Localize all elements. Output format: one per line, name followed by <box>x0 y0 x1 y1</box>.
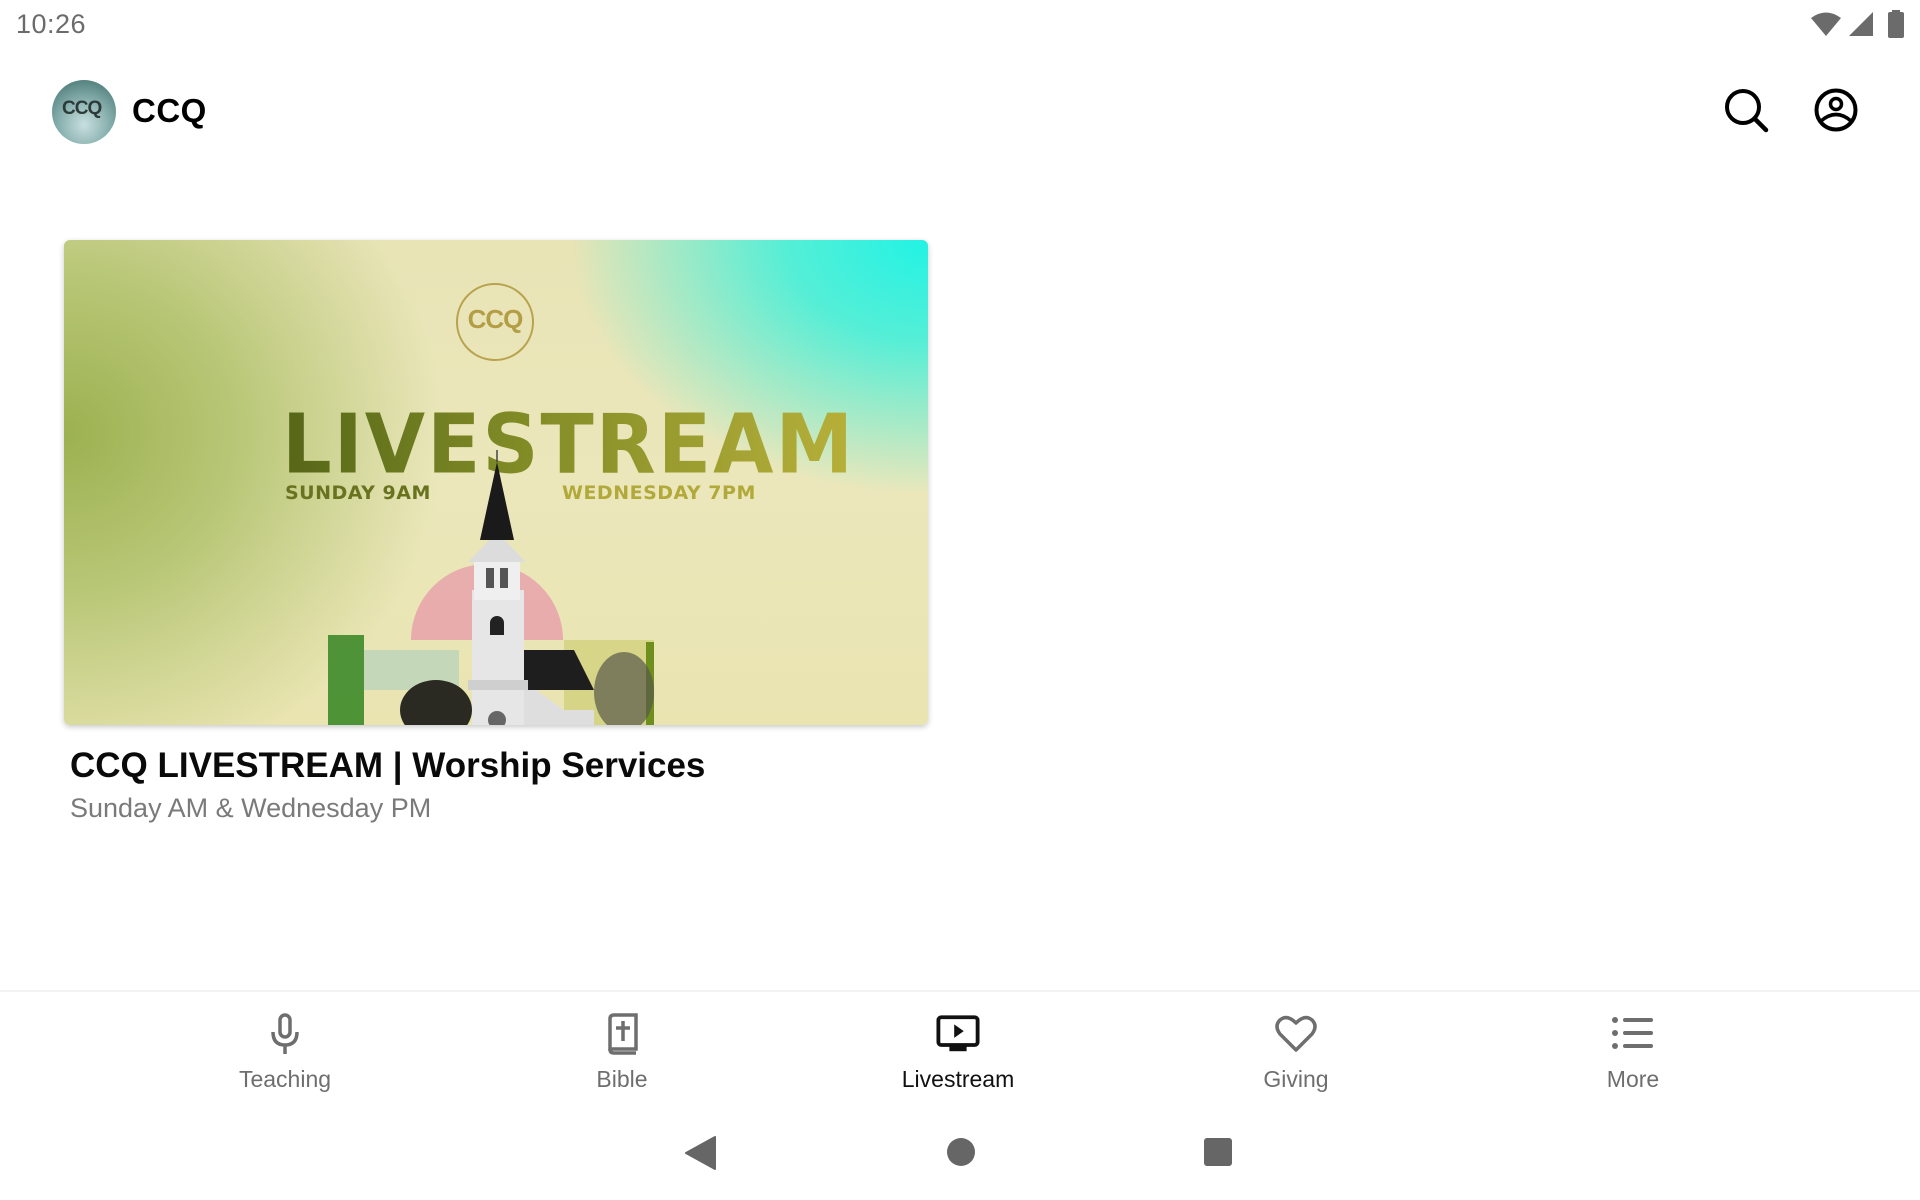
status-icons <box>1810 10 1904 38</box>
bottom-navigation: Teaching Bible Livestream Giving More <box>0 990 1920 1102</box>
bible-icon <box>600 1012 644 1056</box>
system-navigation-bar <box>0 1120 1920 1200</box>
heart-icon <box>1274 1012 1318 1056</box>
nav-label-bible: Bible <box>596 1066 648 1092</box>
nav-item-giving[interactable]: Giving <box>1196 1012 1396 1093</box>
microphone-icon <box>263 1012 307 1056</box>
nav-item-teaching[interactable]: Teaching <box>185 1012 385 1093</box>
nav-label-giving: Giving <box>1263 1066 1329 1092</box>
battery-icon <box>1888 10 1904 38</box>
church-illustration <box>328 450 654 725</box>
nav-item-more[interactable]: More <box>1533 1012 1733 1093</box>
status-time: 10:26 <box>16 9 87 39</box>
livestream-card[interactable]: CCQ LIVESTREAM SUNDAY 9AM WEDNESDAY 7PM <box>64 240 928 725</box>
card-subtitle: Sunday AM & Wednesday PM <box>70 793 432 823</box>
app-logo-avatar[interactable]: CCQ <box>52 80 116 144</box>
nav-item-bible[interactable]: Bible <box>522 1012 722 1093</box>
recents-icon[interactable] <box>1203 1137 1233 1172</box>
nav-label-livestream: Livestream <box>901 1066 1015 1092</box>
profile-button[interactable] <box>1812 88 1860 136</box>
back-icon[interactable] <box>684 1136 718 1175</box>
home-icon[interactable] <box>946 1137 976 1172</box>
app-logo-text: CCQ <box>62 98 102 119</box>
cell-signal-icon <box>1848 11 1874 37</box>
nav-item-livestream[interactable]: Livestream <box>858 1012 1058 1093</box>
list-icon <box>1611 1012 1655 1056</box>
wifi-icon <box>1810 11 1842 37</box>
livestream-thumbnail: CCQ LIVESTREAM SUNDAY 9AM WEDNESDAY 7PM <box>64 240 928 725</box>
nav-label-more: More <box>1606 1066 1660 1092</box>
tv-play-icon <box>936 1012 980 1056</box>
account-icon <box>1814 88 1858 137</box>
nav-label-teaching: Teaching <box>238 1066 332 1092</box>
app-title: CCQ <box>132 92 207 129</box>
card-title[interactable]: CCQ LIVESTREAM | Worship Services <box>70 746 705 786</box>
search-button[interactable] <box>1722 88 1770 136</box>
search-icon <box>1723 87 1769 138</box>
